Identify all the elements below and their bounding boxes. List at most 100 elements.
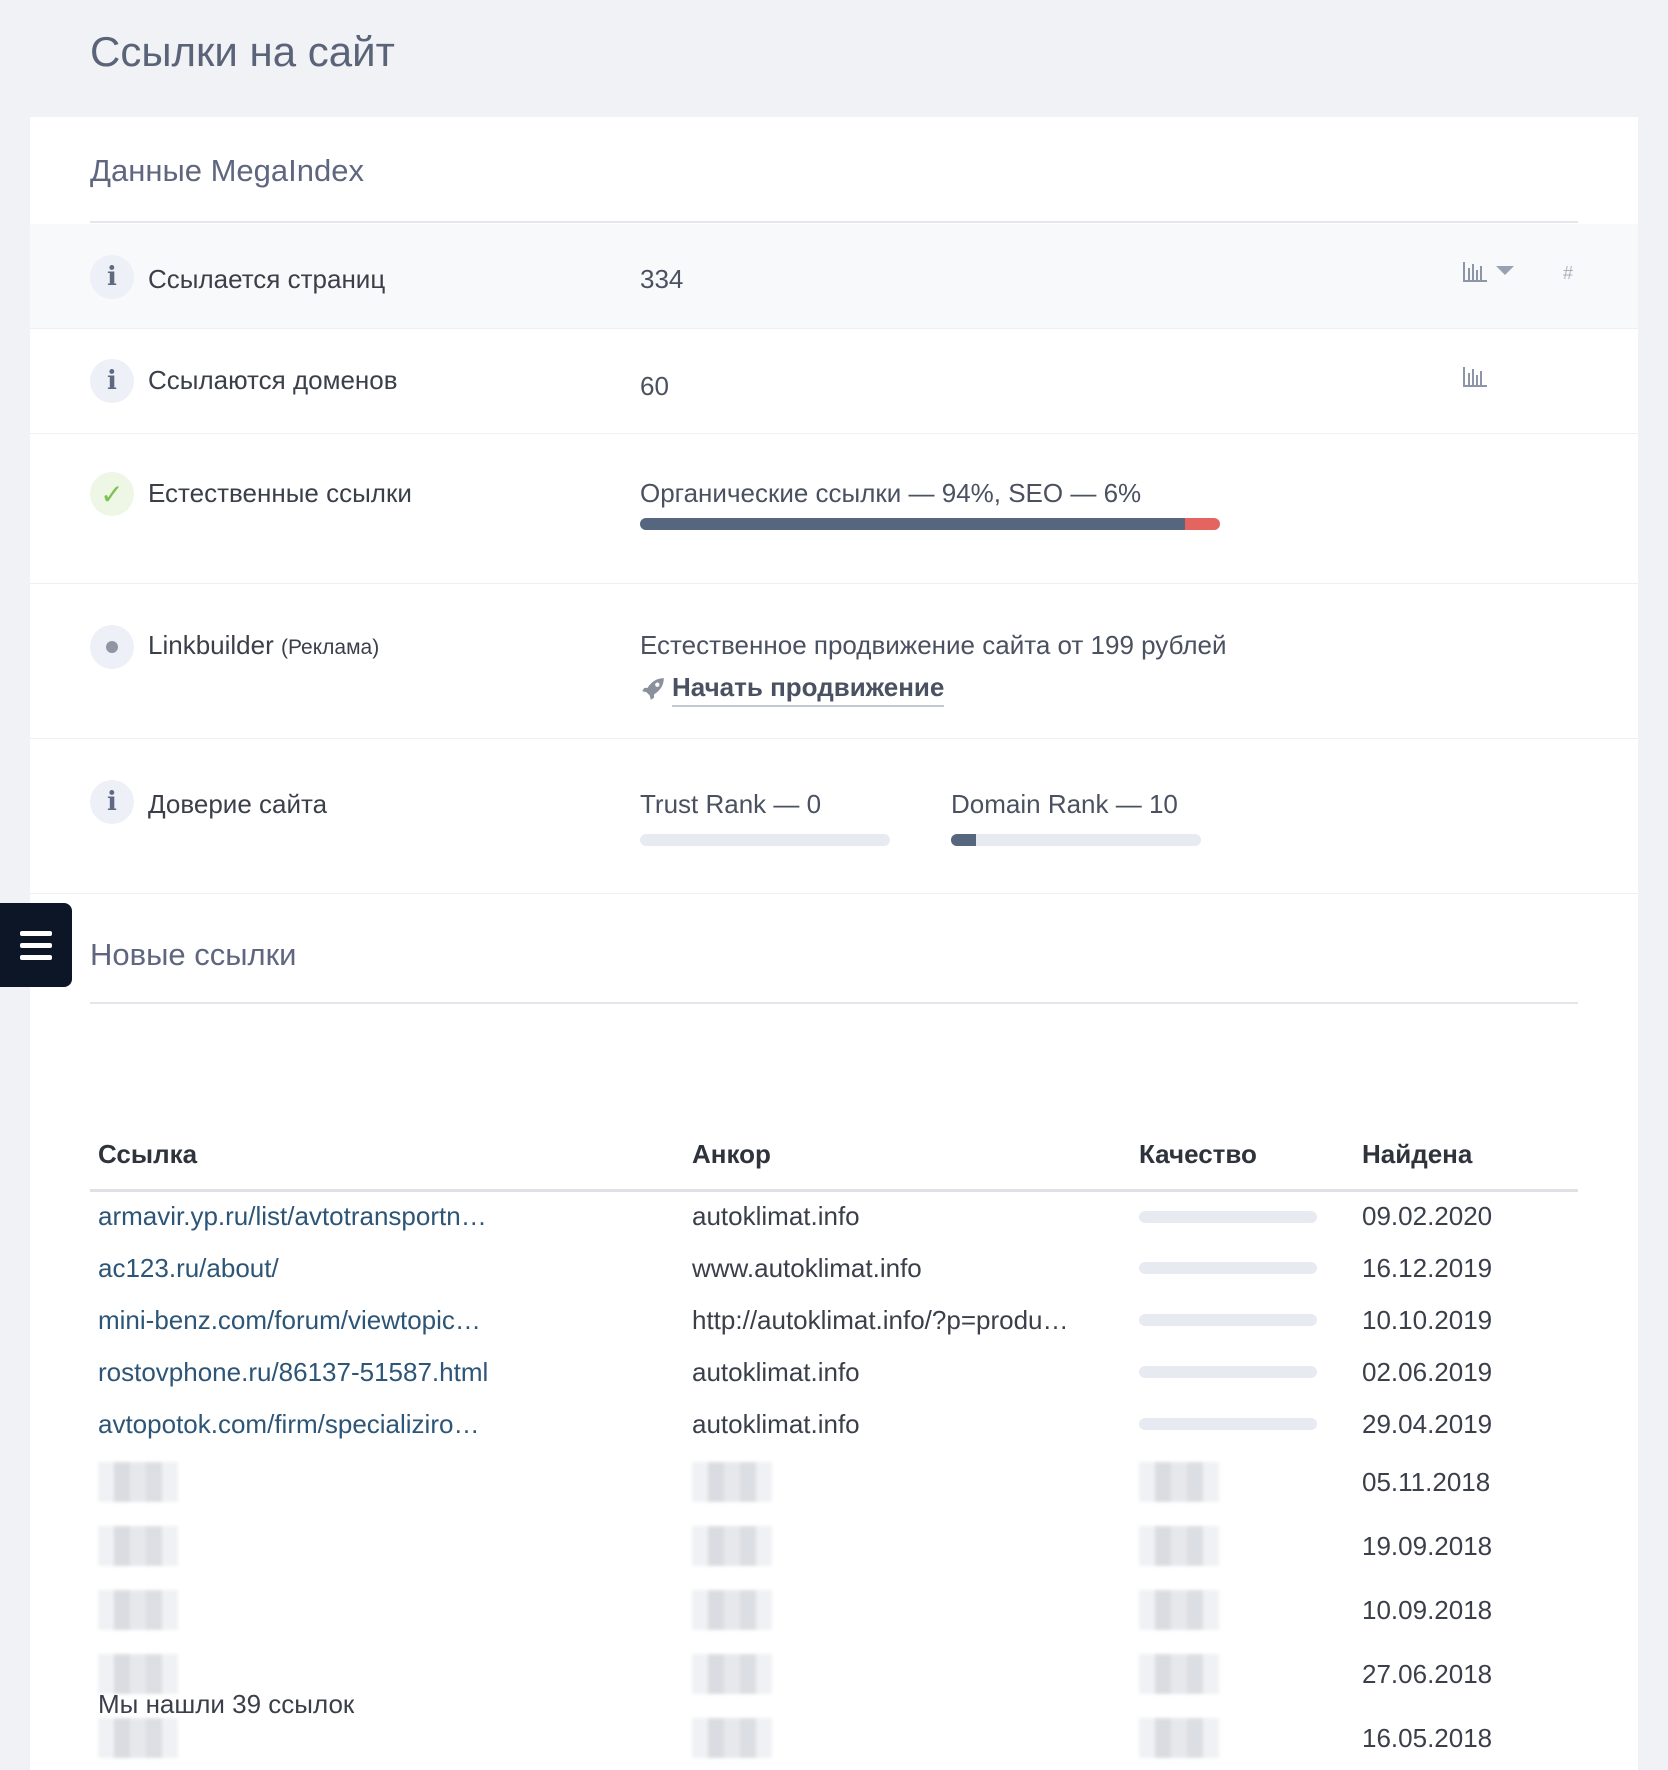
quality-cell [1131,1398,1354,1450]
info-icon[interactable]: i [90,255,134,299]
quality-cell [1131,1346,1354,1398]
link-cell: armavir.yp.ru/list/avtotransportn… [90,1190,684,1242]
metric-label-linkbuilder: Linkbuilder (Реклама) [148,630,379,661]
quality-bar [1139,1314,1317,1326]
blurred-placeholder [98,1590,178,1630]
table-row-hidden: 05.11.2018 [90,1450,1578,1514]
hash-icon[interactable]: # [1563,263,1573,284]
table-row: ac123.ru/about/ www.autoklimat.info 16.1… [90,1242,1578,1294]
metric-value-pages: 334 [640,264,684,294]
metric-row-natural: ✓ Естественные ссылки Органические ссылк… [30,434,1638,584]
start-promotion-link[interactable]: Начать продвижение [672,672,945,707]
seo-bar-fill [1185,518,1220,530]
organic-bar-fill [640,518,1186,530]
blurred-placeholder [98,1462,178,1502]
found-date-cell: 10.09.2018 [1362,1594,1493,1625]
link-cell: rostovphone.ru/86137-51587.html [90,1346,684,1398]
blurred-placeholder [692,1590,772,1630]
trust-rank-text: Trust Rank — 0 [640,789,822,819]
table-row: armavir.yp.ru/list/avtotransportn… autok… [90,1190,1578,1242]
found-date-cell: 16.12.2019 [1362,1252,1493,1283]
quality-cell [1131,1190,1354,1242]
found-date-cell: 10.10.2019 [1362,1304,1493,1335]
metric-label-trust: Доверие сайта [148,789,328,819]
check-icon: ✓ [90,472,134,516]
section-divider [90,221,1578,223]
link-cell: avtopotok.com/firm/specializiro… [90,1398,684,1450]
metric-value-domains: 60 [640,371,669,401]
quality-bar [1139,1210,1317,1223]
anchor-cell: www.autoklimat.info [692,1252,922,1283]
organic-seo-bar [640,518,1220,530]
section-divider [90,1002,1578,1004]
column-header-found[interactable]: Найдена [1354,1120,1578,1192]
links-card: Данные MegaIndex i Ссылается страниц 334… [30,117,1638,1770]
anchor-cell: autoklimat.info [692,1201,860,1232]
backlink-url[interactable]: avtopotok.com/firm/specializiro… [98,1409,479,1439]
table-row-hidden: 10.09.2018 [90,1578,1578,1642]
blurred-placeholder [692,1654,772,1694]
metric-row-trust: i Доверие сайта Trust Rank — 0 Domain Ra… [30,739,1638,894]
quality-bar [1139,1366,1317,1378]
found-date-cell: 09.02.2020 [1362,1201,1493,1232]
table-header-row: Ссылка Анкор Качество Найдена [90,1120,1578,1192]
link-cell: mini-benz.com/forum/viewtopic… [90,1294,684,1346]
metric-row-linkbuilder: Linkbuilder (Реклама) Естественное продв… [30,584,1638,739]
backlink-url[interactable]: mini-benz.com/forum/viewtopic… [98,1305,481,1335]
page-title: Ссылки на сайт [90,28,395,75]
quality-bar [1139,1418,1317,1430]
bar-chart-icon[interactable] [1463,365,1487,387]
new-links-section-title: Новые ссылки [90,937,297,972]
quality-cell [1131,1294,1354,1346]
new-links-table: Ссылка Анкор Качество Найдена armavir.yp… [90,1120,1578,1770]
blurred-placeholder [1139,1590,1219,1630]
bar-chart-icon[interactable] [1463,260,1487,282]
column-header-link[interactable]: Ссылка [90,1120,684,1192]
backlink-url[interactable]: ac123.ru/about/ [98,1253,279,1283]
column-header-anchor[interactable]: Анкор [684,1120,1131,1192]
found-date-cell: 05.11.2018 [1362,1466,1491,1497]
trust-rank-bar [640,834,890,846]
table-row: rostovphone.ru/86137-51587.html autoklim… [90,1346,1578,1398]
chevron-down-icon[interactable] [1496,266,1514,275]
linkbuilder-label: Linkbuilder [148,630,274,660]
metric-row-domains: i Ссылаются доменов 60 [30,329,1638,434]
blurred-placeholder [692,1718,772,1758]
blurred-placeholder [1139,1526,1219,1566]
anchor-cell: autoklimat.info [692,1408,860,1439]
anchor-cell: autoklimat.info [692,1356,860,1387]
metric-value-natural: Органические ссылки — 94%, SEO — 6% [640,478,1142,508]
column-header-quality[interactable]: Качество [1131,1120,1354,1192]
linkbuilder-ad-label: (Реклама) [280,636,380,659]
info-icon[interactable]: i [90,780,134,824]
domain-rank-text: Domain Rank — 10 [951,789,1178,819]
blurred-placeholder [692,1462,772,1502]
linkbuilder-text: Естественное продвижение сайта от 199 ру… [640,630,1227,660]
blurred-placeholder [98,1654,178,1694]
link-cell: ac123.ru/about/ [90,1242,684,1294]
quality-bar [1139,1262,1317,1274]
found-date-cell: 16.05.2018 [1362,1722,1493,1753]
table-row: mini-benz.com/forum/viewtopic… http://au… [90,1294,1578,1346]
blurred-placeholder [98,1718,178,1758]
table-row-hidden: 19.09.2018 [90,1514,1578,1578]
metric-label-pages: Ссылается страниц [148,264,386,294]
table-row: avtopotok.com/firm/specializiro… autokli… [90,1398,1578,1450]
blurred-placeholder [1139,1718,1219,1758]
domain-rank-bar [951,834,1201,846]
menu-icon[interactable] [0,903,72,987]
backlink-url[interactable]: rostovphone.ru/86137-51587.html [98,1357,488,1387]
megaindex-section-title: Данные MegaIndex [90,153,364,188]
found-date-cell: 27.06.2018 [1362,1658,1493,1689]
found-date-cell: 02.06.2019 [1362,1356,1493,1387]
backlink-url[interactable]: armavir.yp.ru/list/avtotransportn… [98,1201,487,1231]
blurred-placeholder [98,1526,178,1566]
anchor-cell: http://autoklimat.info/?p=produ… [692,1304,1069,1335]
metric-label-domains: Ссылаются доменов [148,365,398,395]
blurred-placeholder [1139,1462,1219,1502]
rocket-icon [642,678,664,700]
found-date-cell: 29.04.2019 [1362,1408,1493,1439]
links-found-count: Мы нашли 39 ссылок [98,1689,355,1719]
metric-row-pages: i Ссылается страниц 334 # [30,224,1638,329]
info-icon[interactable]: i [90,359,134,403]
